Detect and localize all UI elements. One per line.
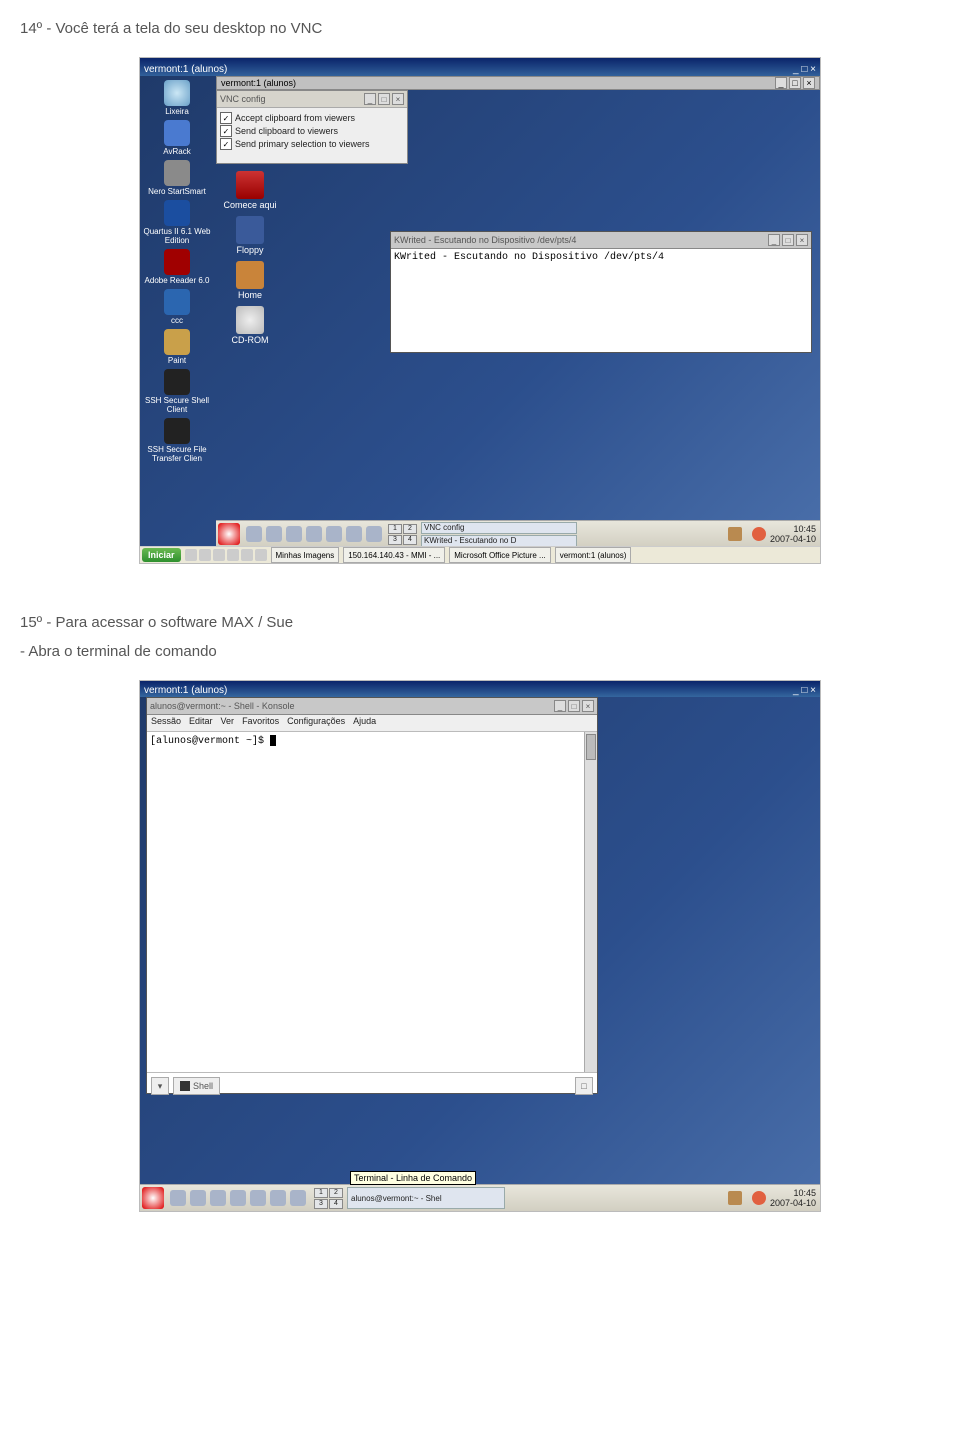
- checkbox-send-primary[interactable]: ✓: [220, 138, 232, 150]
- panel-launchers-2[interactable]: [170, 1190, 306, 1206]
- host-taskbar: Iniciar Minhas Imagens 150.164.140.43 - …: [140, 546, 820, 563]
- tab-shell[interactable]: Shell: [173, 1077, 220, 1095]
- kde-icon-cdrom[interactable]: CD-ROM: [220, 306, 280, 345]
- terminal-content[interactable]: [alunos@vermont ~]$: [147, 732, 584, 1072]
- desktop-icon-nero[interactable]: Nero StartSmart: [142, 160, 212, 196]
- panel-launchers[interactable]: [246, 526, 382, 542]
- step-14-text: 14º - Você terá a tela do seu desktop no…: [20, 20, 940, 37]
- window-controls[interactable]: _ □ ×: [793, 64, 816, 75]
- panel-clock: 10:45 2007-04-10: [770, 524, 820, 544]
- close-tab-button[interactable]: □: [575, 1077, 593, 1095]
- konsole-title: alunos@vermont:~ - Shell - Konsole: [150, 701, 294, 711]
- desktop-icon-ssh-shell[interactable]: SSH Secure Shell Client: [142, 369, 212, 414]
- screenshot-2: vermont:1 (alunos) _ □ × alunos@vermont:…: [139, 680, 821, 1212]
- kwrited-controls[interactable]: _□×: [766, 234, 808, 246]
- desktop-icon-avrack[interactable]: AvRack: [142, 120, 212, 156]
- terminal-scrollbar[interactable]: [584, 732, 597, 1072]
- kde-menu-button-2[interactable]: [142, 1187, 164, 1209]
- menu-ver[interactable]: Ver: [221, 716, 235, 730]
- remote-window-title: vermont:1 (alunos): [221, 78, 296, 88]
- remote-window-titlebar: vermont:1 (alunos) _□×: [216, 76, 820, 90]
- xp-task-minhas-imagens[interactable]: Minhas Imagens: [271, 547, 340, 563]
- konsole-window: alunos@vermont:~ - Shell - Konsole _□× S…: [146, 697, 598, 1094]
- menu-config[interactable]: Configurações: [287, 716, 345, 730]
- task-kwrited[interactable]: KWrited - Escutando no D: [421, 535, 577, 547]
- remote-window-controls[interactable]: _□×: [775, 77, 815, 89]
- kde-menu-button[interactable]: [218, 523, 240, 545]
- xp-task-vnc[interactable]: vermont:1 (alunos): [555, 547, 632, 563]
- window-controls-2[interactable]: _ □ ×: [793, 685, 816, 696]
- desktop-icon-ssh-file[interactable]: SSH Secure File Transfer Clien: [142, 418, 212, 463]
- kde-icon-start-here[interactable]: Comece aqui: [220, 171, 280, 210]
- konsole-menubar[interactable]: Sessão Editar Ver Favoritos Configuraçõe…: [147, 715, 597, 732]
- terminal-icon: [180, 1081, 190, 1091]
- vnc-viewer-title: vermont:1 (alunos): [144, 64, 227, 75]
- desktop-icon-ccc[interactable]: ccc: [142, 289, 212, 325]
- kwrited-body: KWrited - Escutando no Dispositivo /dev/…: [391, 249, 811, 266]
- host-desktop-icons: Lixeira AvRack Nero StartSmart Quartus I…: [142, 80, 212, 463]
- konsole-controls[interactable]: _□×: [552, 700, 594, 712]
- vnc-config-title: VNC config: [220, 94, 266, 104]
- remote-panel: 1 2 3 4 VNC config KWrited - Escutando n…: [216, 520, 820, 547]
- kde-icon-home[interactable]: Home: [220, 261, 280, 300]
- alert-icon[interactable]: [752, 527, 766, 541]
- desktop-icon-paint[interactable]: Paint: [142, 329, 212, 365]
- clipboard-icon[interactable]: [728, 527, 742, 541]
- step-15-text: 15º - Para acessar o software MAX / Sue: [20, 614, 940, 631]
- xp-task-office-picture[interactable]: Microsoft Office Picture ...: [449, 547, 550, 563]
- desktop-pager[interactable]: 1 2 3 4: [388, 524, 417, 545]
- checkbox-send-clipboard[interactable]: ✓: [220, 125, 232, 137]
- vnc-viewer-title-2: vermont:1 (alunos): [144, 685, 227, 696]
- menu-favoritos[interactable]: Favoritos: [242, 716, 279, 730]
- task-vnc-config[interactable]: VNC config: [421, 522, 577, 534]
- new-tab-button[interactable]: ▾: [151, 1077, 169, 1095]
- vnc-config-controls[interactable]: _□×: [362, 93, 404, 105]
- step-15b-text: - Abra o terminal de comando: [20, 643, 940, 660]
- desktop-icon-adobe[interactable]: Adobe Reader 6.0: [142, 249, 212, 285]
- clipboard-icon-2[interactable]: [728, 1191, 742, 1205]
- vnc-viewer-body: Lixeira AvRack Nero StartSmart Quartus I…: [140, 76, 820, 547]
- desktop-pager-2[interactable]: 1 2 3 4: [314, 1188, 343, 1209]
- remote-desktop-icons: Comece aqui Floppy Home CD-ROM: [220, 171, 280, 345]
- menu-sessao[interactable]: Sessão: [151, 716, 181, 730]
- kwrited-title: KWrited - Escutando no Dispositivo /dev/…: [394, 235, 576, 245]
- konsole-tabbar: ▾ Shell □: [147, 1072, 597, 1099]
- screenshot-1: vermont:1 (alunos) _ □ × Lixeira AvRack …: [139, 57, 821, 564]
- alert-icon-2[interactable]: [752, 1191, 766, 1205]
- panel-tooltip: Terminal - Linha de Comando: [350, 1171, 476, 1185]
- remote-panel-2: Terminal - Linha de Comando 1 2 3 4 alun…: [140, 1184, 820, 1211]
- checkbox-accept-clipboard[interactable]: ✓: [220, 112, 232, 124]
- kwrited-window: KWrited - Escutando no Dispositivo /dev/…: [390, 231, 812, 353]
- quicklaunch[interactable]: [185, 549, 267, 561]
- desktop-icon-quartus[interactable]: Quartus II 6.1 Web Edition: [142, 200, 212, 245]
- menu-ajuda[interactable]: Ajuda: [353, 716, 376, 730]
- cursor-icon: [270, 735, 276, 746]
- task-konsole[interactable]: alunos@vermont:~ - Shel: [347, 1187, 505, 1209]
- kde-icon-floppy[interactable]: Floppy: [220, 216, 280, 255]
- menu-editar[interactable]: Editar: [189, 716, 213, 730]
- desktop-icon-recycle[interactable]: Lixeira: [142, 80, 212, 116]
- vnc-config-window: VNC config _□× ✓Accept clipboard from vi…: [216, 90, 408, 164]
- remote-desktop: Lixeira AvRack Nero StartSmart Quartus I…: [140, 76, 820, 547]
- panel-clock-2: 10:45 2007-04-10: [770, 1188, 820, 1208]
- xp-task-ip[interactable]: 150.164.140.43 - MMI - ...: [343, 547, 445, 563]
- xp-start-button[interactable]: Iniciar: [142, 548, 181, 562]
- remote-desktop-2: alunos@vermont:~ - Shell - Konsole _□× S…: [140, 697, 820, 1211]
